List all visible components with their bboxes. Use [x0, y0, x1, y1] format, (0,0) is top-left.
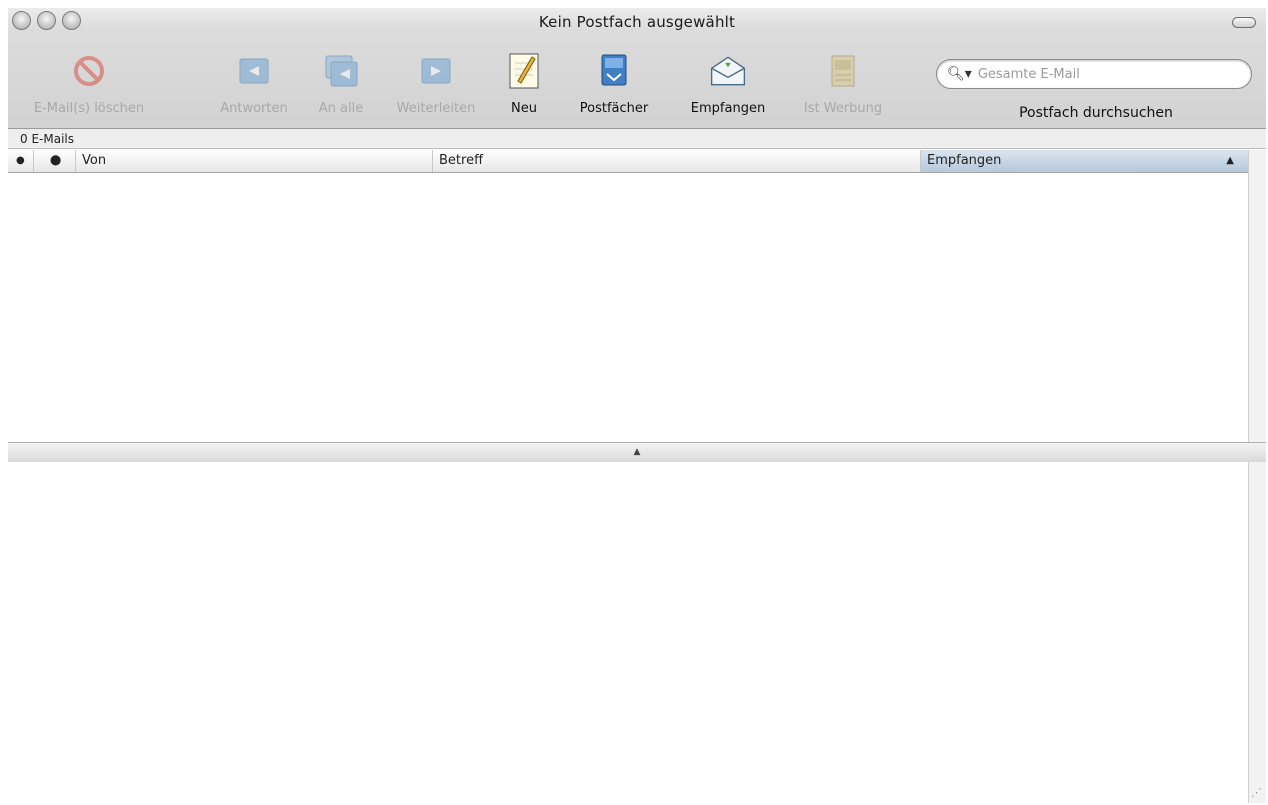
window-title: Kein Postfach ausgewählt — [538, 13, 736, 31]
mailbox-search: 🔍︎▾ Postfach durchsuchen — [936, 59, 1256, 121]
message-list-header: ● ⬤ Von Betreff Empfangen ▲ — [8, 150, 1248, 173]
delete-icon — [69, 51, 109, 91]
mailboxes-icon — [594, 51, 634, 91]
pane-splitter[interactable]: ▲ — [8, 442, 1266, 463]
search-field-container[interactable]: 🔍︎▾ — [936, 59, 1252, 89]
junk-button[interactable]: Ist Werbung — [793, 44, 893, 124]
column-flag[interactable]: ⬤ — [34, 150, 76, 172]
new-message-button[interactable]: Neu — [494, 44, 554, 124]
get-mail-label: Empfangen — [690, 101, 766, 116]
column-from[interactable]: Von — [76, 150, 433, 172]
reply-button[interactable]: Antworten — [204, 44, 304, 124]
splitter-handle-icon: ▲ — [633, 447, 641, 457]
column-unread[interactable]: ● — [8, 150, 34, 172]
message-count: 0 E-Mails — [8, 129, 1266, 149]
get-mail-icon — [708, 51, 748, 91]
reply-label: Antworten — [220, 101, 288, 116]
reply-all-label: An alle — [318, 101, 364, 116]
forward-button[interactable]: Weiterleiten — [383, 44, 489, 124]
search-input[interactable] — [975, 65, 1220, 83]
reply-all-icon — [321, 51, 361, 91]
forward-icon — [416, 51, 456, 91]
mailboxes-button[interactable]: Postfächer — [564, 44, 664, 124]
search-label: Postfach durchsuchen — [1019, 105, 1173, 121]
toolbar: E-Mail(s) löschen Antworten An alle Weit… — [8, 44, 1266, 128]
resize-grip-icon[interactable]: ⋰ — [1251, 786, 1262, 799]
delete-label: E-Mail(s) löschen — [33, 101, 145, 116]
reply-icon — [234, 51, 274, 91]
get-mail-button[interactable]: Empfangen — [673, 44, 783, 124]
mailboxes-label: Postfächer — [579, 101, 649, 116]
preview-scrollbar[interactable] — [1248, 462, 1266, 803]
window-chrome: Kein Postfach ausgewählt E-Mail(s) lösch… — [8, 8, 1266, 129]
reply-all-button[interactable]: An alle — [301, 44, 381, 124]
mail-window: Kein Postfach ausgewählt E-Mail(s) lösch… — [8, 8, 1266, 803]
delete-button[interactable]: E-Mail(s) löschen — [32, 44, 146, 124]
column-received[interactable]: Empfangen ▲ — [921, 150, 1248, 172]
column-subject[interactable]: Betreff — [433, 150, 921, 172]
message-list-scrollbar[interactable] — [1248, 150, 1266, 442]
new-message-label: Neu — [511, 101, 537, 116]
junk-icon — [823, 51, 863, 91]
message-list[interactable] — [8, 173, 1248, 442]
junk-label: Ist Werbung — [803, 101, 883, 116]
toolbar-toggle-button[interactable] — [1232, 17, 1256, 28]
message-preview-pane[interactable] — [8, 462, 1248, 803]
new-message-icon — [504, 51, 544, 91]
sort-ascending-icon: ▲ — [1226, 155, 1234, 166]
column-received-label: Empfangen — [927, 153, 1002, 168]
forward-label: Weiterleiten — [396, 101, 476, 116]
search-icon[interactable]: 🔍︎▾ — [947, 66, 972, 82]
